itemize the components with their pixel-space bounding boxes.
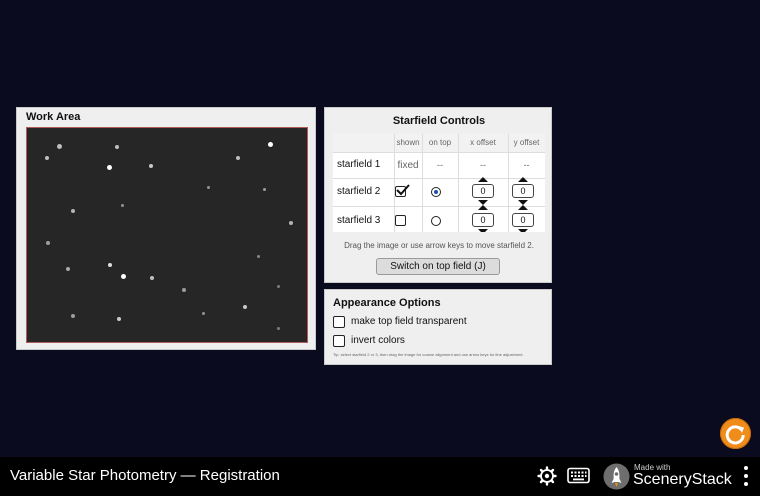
starfield-1-y-offset: -- (523, 160, 530, 170)
switch-on-top-field-button[interactable]: Switch on top field (J) (376, 258, 500, 275)
star (66, 267, 70, 271)
starfield-3-y-increment-arrow[interactable] (518, 205, 528, 210)
row-label-starfield-2: starfield 2 (337, 186, 381, 197)
starfield-3-shown-checkbox[interactable] (395, 215, 406, 226)
star (107, 165, 112, 170)
star (182, 288, 186, 292)
starfield-2-on-top-radio[interactable] (431, 187, 441, 197)
star (46, 241, 50, 245)
star (277, 285, 280, 288)
starfield-controls-title: Starfield Controls (392, 115, 486, 127)
starfield-2-shown-checkbox[interactable] (395, 184, 410, 197)
star (289, 221, 293, 225)
header-empty (333, 134, 394, 152)
row-label-starfield-3: starfield 3 (337, 215, 381, 226)
header-shown: shown (394, 134, 422, 152)
starfield-3-y-decrement-arrow[interactable] (518, 229, 528, 232)
starfield-3-x-offset-input[interactable]: 0 (472, 213, 494, 227)
sim-title: Variable Star Photometry — Registration (10, 467, 280, 484)
kebab-menu-icon[interactable] (738, 464, 754, 490)
starfield-table: shown on top x offset y offset starfield… (333, 134, 545, 232)
starfield-3-on-top-radio[interactable] (431, 216, 441, 226)
transparent-top-field-checkbox[interactable] (333, 316, 345, 328)
starfield-controls-panel: Starfield Controls shown on top x offset… (324, 107, 552, 283)
star (121, 274, 126, 279)
tip-text: Tip: select starfield 2 or 3, then drag … (333, 352, 524, 357)
star (108, 263, 112, 267)
starfield-3-x-decrement-arrow[interactable] (478, 229, 488, 232)
row-label-starfield-1: starfield 1 (337, 159, 381, 170)
star (45, 156, 49, 160)
star (277, 327, 280, 330)
checkmark-icon (396, 184, 410, 196)
invert-colors-label[interactable]: invert colors (351, 335, 405, 346)
starfield-image[interactable] (26, 127, 308, 343)
header-y-offset: y offset (508, 134, 545, 152)
star (268, 142, 273, 147)
header-x-offset: x offset (458, 134, 508, 152)
star (236, 156, 240, 160)
star (149, 164, 153, 168)
starfield-2-y-offset-input[interactable]: 0 (512, 184, 534, 198)
starfield-2-x-increment-arrow[interactable] (478, 177, 488, 182)
starfield-3-y-offset-input[interactable]: 0 (512, 213, 534, 227)
invert-colors-checkbox[interactable] (333, 335, 345, 347)
starfield-1-shown-fixed: fixed (397, 160, 419, 171)
drag-hint-text: Drag the image or use arrow keys to move… (344, 241, 534, 250)
reset-all-button[interactable] (720, 418, 751, 449)
gear-icon[interactable] (537, 466, 557, 486)
star (117, 317, 121, 321)
starfield-2-x-offset-input[interactable]: 0 (472, 184, 494, 198)
appearance-options-title: Appearance Options (333, 297, 441, 309)
work-area-title: Work Area (26, 111, 81, 123)
transparent-top-field-label[interactable]: make top field transparent (351, 316, 467, 327)
rocket-icon (603, 463, 630, 490)
header-on-top: on top (422, 134, 458, 152)
star (202, 312, 205, 315)
star (243, 305, 247, 309)
star (207, 186, 210, 189)
keyboard-icon[interactable] (567, 467, 590, 484)
reset-icon (725, 425, 745, 445)
starfield-1-on-top: -- (437, 160, 443, 170)
starfield-3-x-increment-arrow[interactable] (478, 205, 488, 210)
star (150, 276, 154, 280)
star (121, 204, 124, 207)
navigation-bar: Variable Star Photometry — Registration … (0, 457, 760, 496)
work-area-panel: Work Area (16, 107, 316, 350)
star (257, 255, 260, 258)
starfield-2-y-increment-arrow[interactable] (518, 177, 528, 182)
scenerystack-logo-text: SceneryStack (633, 471, 732, 488)
star (57, 144, 62, 149)
star (263, 188, 266, 191)
starfield-1-x-offset: -- (480, 160, 486, 170)
appearance-options-panel: Appearance Options make top field transp… (324, 289, 552, 365)
star (71, 209, 75, 213)
star (71, 314, 75, 318)
star (115, 145, 119, 149)
